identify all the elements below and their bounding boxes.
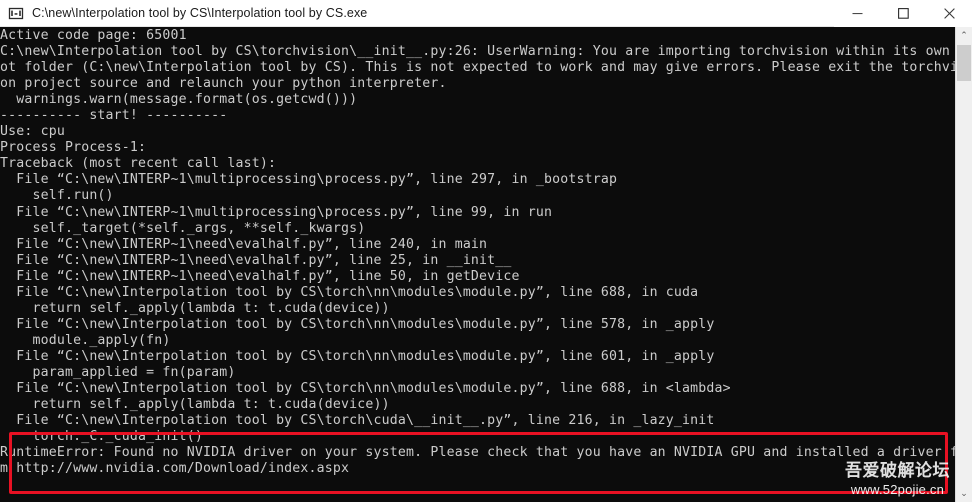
console-line: warnings.warn(message.format(os.getcwd()… [0,92,358,108]
maximize-icon [897,7,909,19]
scrollbar-thumb[interactable] [957,45,971,81]
console-line: on project source and relaunch your pyth… [0,76,447,92]
window-title: C:\new\Interpolation tool by CS\Interpol… [32,6,368,20]
console-line: m http://www.nvidia.com/Download/index.a… [0,461,350,477]
vertical-scrollbar[interactable]: ⌃ ⌄ [955,27,972,502]
console-line: return self._apply(lambda t: t.cuda(devi… [0,300,390,316]
console-line: File “C:\new\INTERP~1\need\evalhalf.py”,… [0,252,512,268]
console-line: File “C:\new\INTERP~1\multiprocessing\pr… [0,204,553,220]
console-line: torch._C._cuda_init() [0,429,203,445]
scroll-down-arrow-icon[interactable]: ⌄ [956,485,972,502]
console-text: Active code page: 65001 C:\new\Interpolat… [0,27,972,477]
console-line: Process Process-1: [0,140,147,156]
console-line: File “C:\new\Interpolation tool by CS\to… [0,284,699,300]
maximize-button[interactable] [880,0,926,27]
console-line: Traceback (most recent call last): [0,156,277,172]
console-line: Active code page: 65001 [0,28,187,43]
console-line: File “C:\new\Interpolation tool by CS\to… [0,381,731,397]
console-line: File “C:\new\INTERP~1\multiprocessing\pr… [0,172,618,188]
minimize-icon [852,12,862,14]
title-bar: C:\new\Interpolation tool by CS\Interpol… [0,0,972,27]
close-button[interactable] [926,0,972,27]
console-line: File “C:\new\Interpolation tool by CS\to… [0,413,715,429]
console-line: File “C:\new\Interpolation tool by CS\to… [0,316,715,332]
scroll-up-arrow-icon[interactable]: ⌃ [956,27,972,44]
console-line: return self._apply(lambda t: t.cuda(devi… [0,397,390,413]
console-window: C:\new\Interpolation tool by CS\Interpol… [0,0,972,502]
close-icon [943,7,955,19]
window-controls [834,0,972,27]
console-line: C:\new\Interpolation tool by CS\torchvis… [0,44,972,60]
console-line: File “C:\new\INTERP~1\need\evalhalf.py”,… [0,268,520,284]
console-line: self._target(*self._args, **self._kwargs… [0,220,366,236]
console-line: param_applied = fn(param) [0,364,236,380]
console-line: RuntimeError: Found no NVIDIA driver on … [0,445,972,461]
console-line: ---------- start! ---------- [0,108,228,124]
console-icon [8,5,24,21]
console-output-area[interactable]: Active code page: 65001 C:\new\Interpolat… [0,27,972,502]
console-line: Use: cpu [0,124,65,140]
console-line: self.run() [0,188,114,204]
console-line: File “C:\new\INTERP~1\need\evalhalf.py”,… [0,236,488,252]
minimize-button[interactable] [834,0,880,27]
console-line: module._apply(fn) [0,332,171,348]
console-line: ot folder (C:\new\Interpolation tool by … [0,60,972,76]
console-line: File “C:\new\Interpolation tool by CS\to… [0,348,715,364]
